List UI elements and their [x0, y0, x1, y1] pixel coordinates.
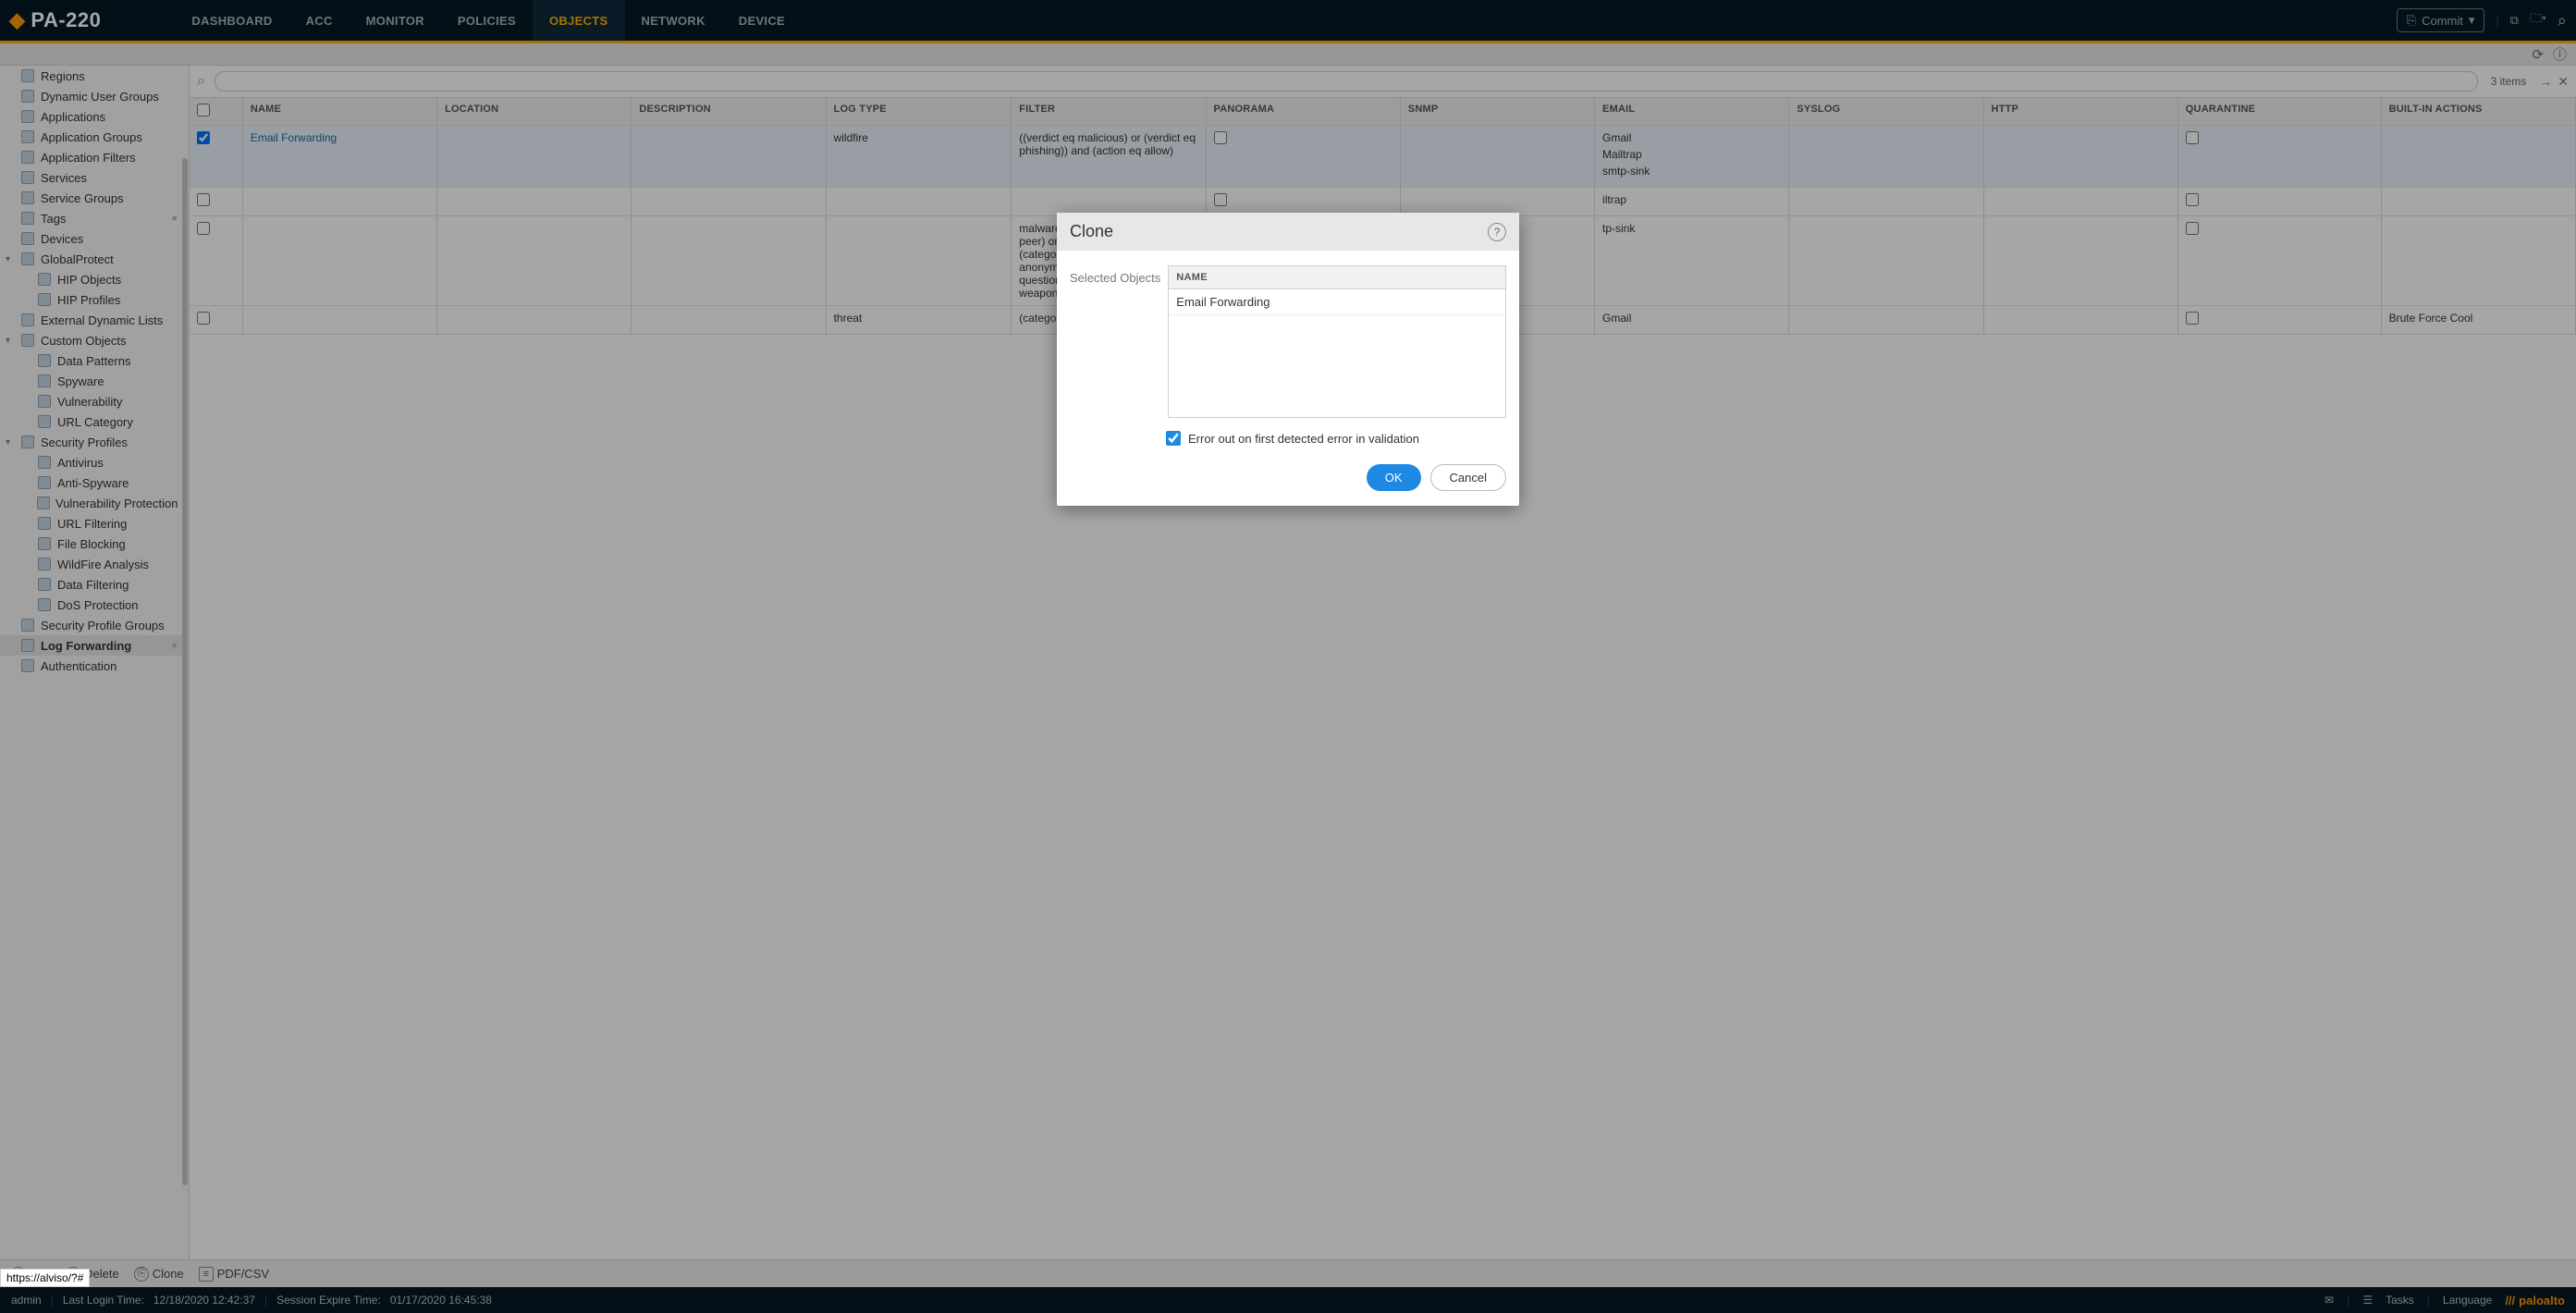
error-out-checkbox[interactable] [1166, 431, 1181, 446]
modal-header: Clone ? [1057, 213, 1519, 251]
error-out-label: Error out on first detected error in val… [1188, 432, 1419, 446]
selected-object-row[interactable]: Email Forwarding [1169, 289, 1505, 315]
cancel-button[interactable]: Cancel [1430, 464, 1506, 491]
selected-objects-empty-space [1169, 315, 1505, 417]
modal-title: Clone [1070, 222, 1113, 241]
modal-footer: OK Cancel [1057, 455, 1519, 506]
modal-overlay[interactable] [0, 0, 2576, 1313]
selected-objects-grid: NAME Email Forwarding [1168, 265, 1506, 418]
modal-body: Selected Objects NAME Email Forwarding [1057, 251, 1519, 425]
hover-url-chip: https://alviso/?# [0, 1269, 90, 1287]
ok-button[interactable]: OK [1367, 464, 1421, 491]
clone-modal: Clone ? Selected Objects NAME Email Forw… [1057, 213, 1519, 506]
modal-help-icon[interactable]: ? [1488, 223, 1506, 241]
selected-objects-label: Selected Objects [1070, 265, 1160, 418]
selected-objects-col-name: NAME [1169, 266, 1505, 289]
error-out-row: Error out on first detected error in val… [1057, 425, 1519, 455]
